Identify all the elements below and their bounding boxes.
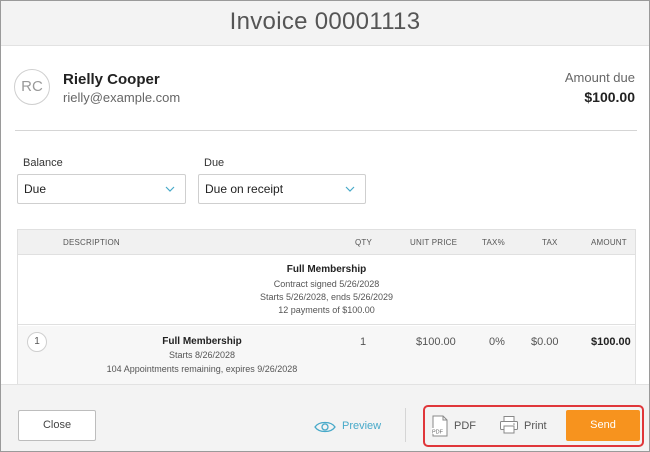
- table-header: DESCRIPTION QTY UNIT PRICE TAX% TAX AMOU…: [18, 230, 635, 255]
- column-header-unit-price: UNIT PRICE: [410, 238, 458, 247]
- group-line: Contract signed 5/26/2028: [273, 279, 380, 289]
- column-header-tax-pct: TAX%: [482, 238, 505, 247]
- avatar: RC: [14, 69, 50, 105]
- customer-name[interactable]: Rielly Cooper: [63, 71, 160, 88]
- eye-icon: [314, 421, 336, 433]
- divider: [15, 130, 637, 131]
- group-line: 12 payments of $100.00: [278, 305, 375, 315]
- invoice-title: Invoice 00001113: [229, 8, 421, 35]
- group-title: Full Membership: [286, 264, 367, 275]
- preview-label: Preview: [342, 420, 382, 432]
- footer-separator: [405, 408, 406, 442]
- close-button[interactable]: Close: [18, 410, 96, 441]
- balance-label: Balance: [23, 157, 63, 169]
- due-label: Due: [204, 157, 225, 169]
- amount-due-value: $100.00: [584, 89, 635, 105]
- row-start: Starts 8/26/2028: [168, 350, 236, 360]
- dialog-header: Invoice 00001113: [1, 1, 649, 46]
- row-unit-price: $100.00: [416, 336, 456, 348]
- line-items-table: DESCRIPTION QTY UNIT PRICE TAX% TAX AMOU…: [17, 229, 636, 389]
- due-select-value: Due on receipt: [205, 182, 284, 196]
- column-header-description: DESCRIPTION: [63, 238, 120, 247]
- due-select[interactable]: Due on receipt: [198, 174, 366, 204]
- row-qty: 1: [360, 336, 367, 348]
- group-line: Starts 5/26/2028, ends 5/26/2029: [259, 292, 394, 302]
- column-header-qty: QTY: [355, 238, 373, 247]
- invoice-dialog: Invoice 00001113 RC Rielly Cooper rielly…: [0, 0, 650, 452]
- row-remaining: 104 Appointments remaining, expires 9/26…: [106, 364, 298, 374]
- row-tax: $0.00: [531, 336, 559, 348]
- table-row[interactable]: 1 Full Membership Starts 8/26/2028 104 A…: [18, 326, 635, 388]
- row-tax-pct: 0%: [489, 336, 505, 348]
- row-description: Full Membership: [162, 336, 242, 347]
- column-header-tax: TAX: [542, 238, 558, 247]
- balance-select[interactable]: Due: [17, 174, 186, 204]
- membership-group: Full Membership Contract signed 5/26/202…: [18, 255, 635, 325]
- customer-email: rielly@example.com: [63, 90, 181, 105]
- highlight-box: [423, 405, 644, 447]
- chevron-down-icon: [345, 175, 355, 192]
- balance-select-value: Due: [24, 182, 47, 196]
- column-header-amount: AMOUNT: [591, 238, 627, 247]
- row-amount: $100.00: [591, 336, 631, 348]
- dialog-footer: Close Preview PDF PDF Print Send: [1, 384, 649, 451]
- chevron-down-icon: [165, 175, 175, 192]
- amount-due-label: Amount due: [564, 70, 635, 85]
